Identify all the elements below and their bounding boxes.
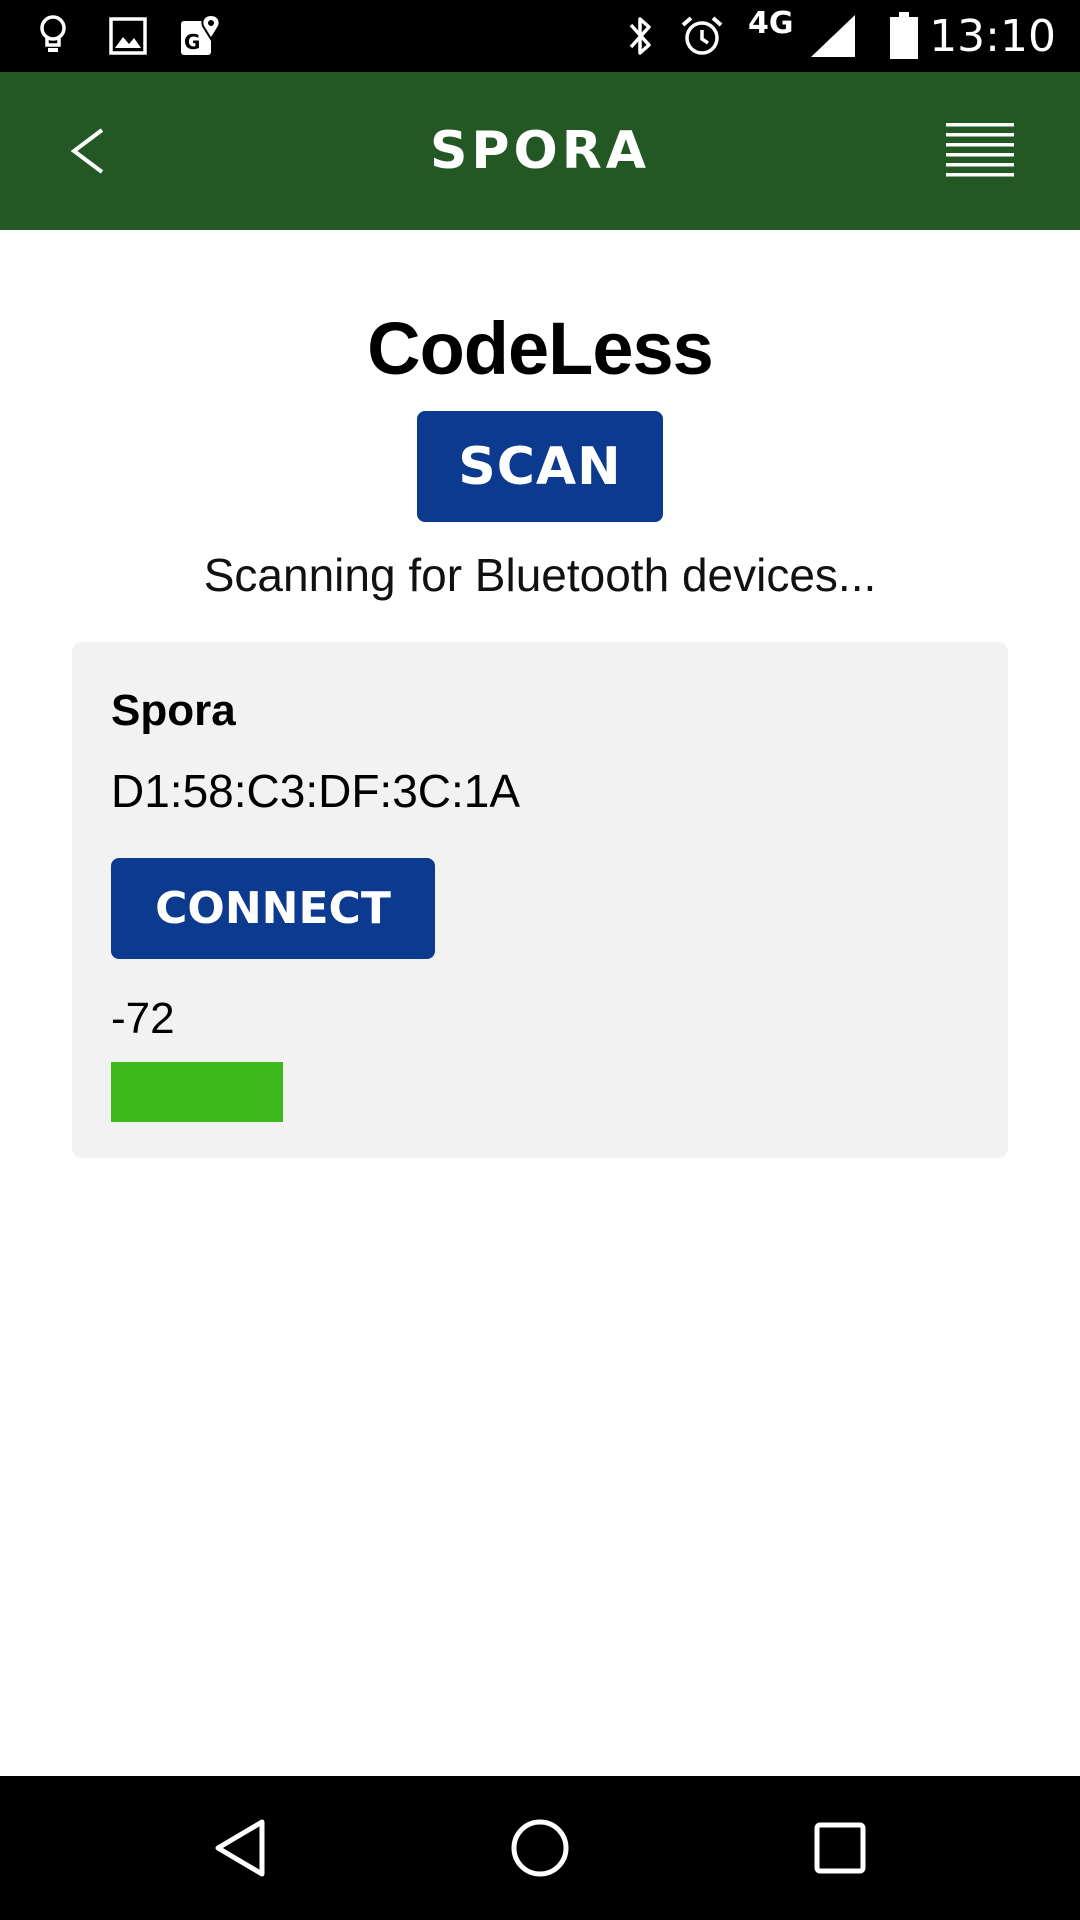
- home-circle-icon: [511, 1819, 569, 1877]
- back-triangle-icon: [215, 1819, 265, 1877]
- nav-home-button[interactable]: [490, 1798, 590, 1898]
- image-icon: [104, 10, 152, 62]
- battery-icon: [884, 10, 924, 62]
- scan-status-text: Scanning for Bluetooth devices...: [203, 549, 877, 601]
- recents-square-icon: [814, 1822, 866, 1874]
- cell-signal-icon: [808, 10, 858, 62]
- lightbulb-icon: [30, 10, 76, 62]
- clock: 13:10: [929, 11, 1056, 62]
- device-address: D1:58:C3:DF:3C:1A: [111, 765, 521, 817]
- hamburger-menu-icon: [946, 123, 1014, 177]
- svg-text:G: G: [184, 30, 200, 54]
- network-type-label: 4G: [748, 6, 794, 41]
- signal-strength-bar: [111, 1062, 531, 1122]
- system-nav-bar: [0, 1776, 1080, 1920]
- brand-logo: SPORA: [429, 121, 651, 181]
- scan-button[interactable]: SCAN: [417, 411, 663, 522]
- connect-button[interactable]: CONNECT: [111, 858, 435, 959]
- nav-recents-button[interactable]: [790, 1798, 890, 1898]
- maps-icon: G: [176, 10, 226, 62]
- back-button[interactable]: [48, 108, 128, 194]
- status-bar: G 4G 13:10: [0, 0, 1080, 72]
- screen: G 4G 13:10 SPORA CodeLess SCAN Scanning …: [0, 0, 1080, 1920]
- app-header: SPORA: [0, 72, 1080, 230]
- chevron-left-icon: [70, 128, 104, 174]
- nav-back-button[interactable]: [190, 1798, 290, 1898]
- page-title: CodeLess: [367, 307, 714, 390]
- device-name: Spora: [111, 686, 236, 735]
- alarm-icon: [676, 10, 728, 62]
- menu-button[interactable]: [940, 112, 1020, 188]
- signal-strength-fill: [111, 1062, 284, 1122]
- device-card: Spora D1:58:C3:DF:3C:1A CONNECT -72: [72, 642, 1008, 1158]
- rssi-value: -72: [111, 994, 175, 1043]
- bluetooth-icon: [620, 10, 660, 62]
